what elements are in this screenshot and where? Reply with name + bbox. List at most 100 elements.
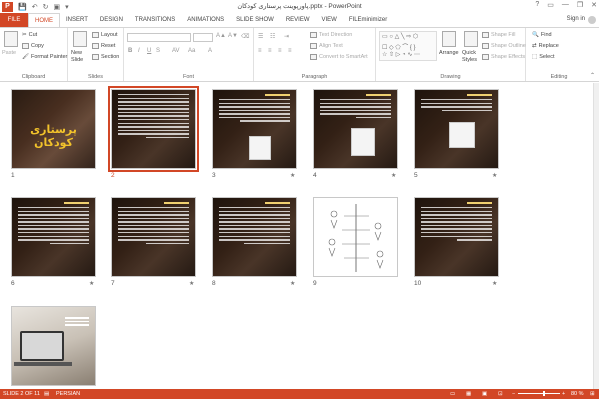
paste-icon[interactable] <box>4 31 18 47</box>
slide-thumbnail-2[interactable] <box>108 86 199 172</box>
tab-view[interactable]: VIEW <box>316 13 343 27</box>
layout-icon <box>92 32 99 38</box>
clear-formatting-icon[interactable]: ⌫ <box>241 33 249 40</box>
slide-thumbnail-3[interactable] <box>212 89 297 169</box>
language-indicator[interactable]: PERSIAN <box>56 391 80 397</box>
reading-view-icon[interactable]: ▣ <box>482 391 487 397</box>
minimize-button[interactable]: — <box>562 1 569 9</box>
slide-thumbnail-7[interactable] <box>111 197 196 277</box>
cut-button[interactable]: ✂ Cut <box>22 32 37 38</box>
vertical-scrollbar[interactable] <box>593 83 599 389</box>
shape-outline-button[interactable]: Shape Outline <box>482 43 526 49</box>
copy-button[interactable]: Copy <box>22 43 44 49</box>
normal-view-icon[interactable]: ▭ <box>450 391 455 397</box>
tab-file[interactable]: FILE <box>0 13 28 27</box>
slide-thumbnail-8[interactable] <box>212 197 297 277</box>
drawing-group: ▭ ○ △ ╲ ⇨ ⬡ ☐ ◇ ⬠ ⌒ { } ☆ ⇧ ▷ ◔ ∿ ⋯ Arra… <box>376 28 526 81</box>
shape-effects-button[interactable]: Shape Effects <box>482 54 525 60</box>
reset-button[interactable]: Reset <box>92 43 115 49</box>
bold-icon[interactable]: B <box>128 48 132 54</box>
shapes-gallery[interactable]: ▭ ○ △ ╲ ⇨ ⬡ ☐ ◇ ⬠ ⌒ { } ☆ ⇧ ▷ ◔ ∿ ⋯ <box>379 31 437 61</box>
cut-label: Cut <box>28 32 38 38</box>
quick-styles-button[interactable]: Quick Styles <box>462 50 482 64</box>
tab-animations[interactable]: ANIMATIONS <box>181 13 230 27</box>
section-icon <box>92 54 99 60</box>
zoom-slider-thumb[interactable] <box>543 391 545 396</box>
slide-thumbnail-11[interactable] <box>11 306 96 386</box>
collapse-ribbon-icon[interactable]: ⌃ <box>590 72 595 79</box>
justify-icon[interactable]: ≡ <box>288 48 292 54</box>
tab-fileminimizer[interactable]: FILEminimizer <box>343 13 393 27</box>
slide-thumbnail-5[interactable] <box>414 89 499 169</box>
strikethrough-icon[interactable]: S <box>156 48 160 54</box>
underline-icon[interactable]: U <box>147 48 151 54</box>
zoom-out-icon[interactable]: − <box>512 391 515 397</box>
slide-thumbnail-4[interactable] <box>313 89 398 169</box>
slide-thumbnail-6[interactable] <box>11 197 96 277</box>
align-text-button[interactable]: Align Text <box>310 43 343 49</box>
ribbon-display-icon[interactable]: ▭ <box>547 1 554 9</box>
replace-icon: ⇄ <box>532 43 537 49</box>
new-slide-button[interactable]: New Slide <box>71 50 91 64</box>
numbering-icon[interactable]: ☷ <box>270 33 275 40</box>
ribbon: Paste ✂ Cut Copy 🖌 Format Painter Clipboar… <box>0 27 599 82</box>
convert-smartart-button[interactable]: Convert to SmartArt <box>310 54 368 60</box>
slide-sorter: پرستاری کودکان 1 2 3 ★ 4 ★ 5 ★ 6 ★ 7 ★ 8… <box>0 83 599 389</box>
increase-font-icon[interactable]: A▲ <box>216 33 226 39</box>
restore-button[interactable]: ❐ <box>577 1 583 9</box>
slide-thumbnail-9[interactable] <box>313 197 398 277</box>
select-button[interactable]: ⬚ Select <box>532 54 555 60</box>
font-size-combobox[interactable] <box>193 33 213 42</box>
tab-home[interactable]: HOME <box>28 13 60 27</box>
slide-thumbnail-10[interactable] <box>414 197 499 277</box>
tab-slide-show[interactable]: SLIDE SHOW <box>230 13 280 27</box>
slide-thumbnail-1[interactable]: پرستاری کودکان <box>11 89 96 169</box>
tab-design[interactable]: DESIGN <box>94 13 129 27</box>
change-case-icon[interactable]: Aa <box>188 48 195 54</box>
font-name-combobox[interactable] <box>127 33 191 42</box>
quick-styles-icon[interactable] <box>464 31 478 47</box>
format-painter-button[interactable]: 🖌 Format Painter <box>22 54 67 60</box>
tab-review[interactable]: REVIEW <box>280 13 316 27</box>
copy-label: Copy <box>31 43 44 49</box>
char-spacing-icon[interactable]: AV <box>172 48 180 54</box>
slide-number-5: 5 <box>414 172 418 179</box>
arrange-button[interactable]: Arrange <box>439 50 459 56</box>
find-label: Find <box>540 32 552 38</box>
zoom-in-icon[interactable]: + <box>562 391 565 397</box>
section-button[interactable]: Section <box>92 54 119 60</box>
fit-to-window-icon[interactable]: ⊞ <box>590 391 595 397</box>
shape-outline-label: Shape Outline <box>491 43 526 49</box>
align-center-icon[interactable]: ≡ <box>268 48 272 54</box>
zoom-level[interactable]: 80 % <box>571 391 584 397</box>
zoom-slider[interactable] <box>518 393 560 394</box>
shape-fill-button[interactable]: Shape Fill <box>482 32 515 38</box>
help-icon[interactable]: ? <box>535 1 539 9</box>
paste-button[interactable]: Paste <box>2 50 16 56</box>
section-label: Section <box>101 54 120 60</box>
align-right-icon[interactable]: ≡ <box>278 48 282 54</box>
notes-icon[interactable]: ▤ <box>44 391 49 397</box>
close-button[interactable]: ✕ <box>591 1 597 9</box>
slide-text-block <box>65 317 89 328</box>
user-avatar-icon[interactable] <box>588 16 596 24</box>
layout-button[interactable]: Layout <box>92 32 118 38</box>
indent-icon[interactable]: ⇥ <box>284 33 289 40</box>
replace-button[interactable]: ⇄ Replace <box>532 43 559 49</box>
arrange-icon[interactable] <box>442 31 456 47</box>
sign-in-link[interactable]: Sign in <box>567 16 585 22</box>
font-color-icon[interactable]: A <box>208 48 212 54</box>
find-button[interactable]: 🔍 Find <box>532 32 552 38</box>
italic-icon[interactable]: I <box>138 48 140 54</box>
tab-transitions[interactable]: TRANSITIONS <box>129 13 181 27</box>
decrease-font-icon[interactable]: A▼ <box>228 33 238 39</box>
align-left-icon[interactable]: ≡ <box>258 48 262 54</box>
slideshow-view-icon[interactable]: ⊡ <box>498 391 503 397</box>
title-bar: P 💾 ↶ ↻ ▣ ▾ پاورپوینت پرستاری کودکان.ppt… <box>0 0 599 13</box>
bullets-icon[interactable]: ☰ <box>258 33 263 40</box>
new-slide-icon[interactable] <box>73 31 87 47</box>
slide-number-4: 4 <box>313 172 317 179</box>
tab-insert[interactable]: INSERT <box>60 13 94 27</box>
text-direction-button[interactable]: Text Direction <box>310 32 352 38</box>
slide-sorter-view-icon[interactable]: ▦ <box>466 391 471 397</box>
